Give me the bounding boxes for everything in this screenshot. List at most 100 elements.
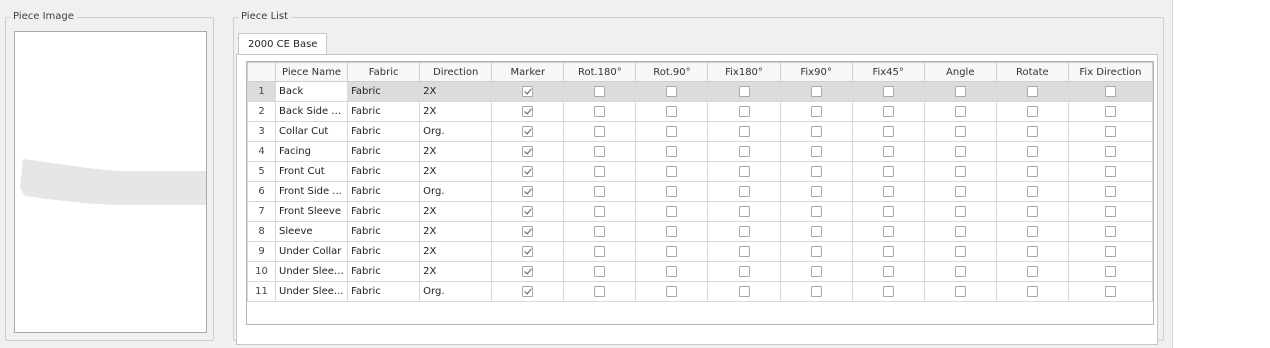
angle-checkbox[interactable] <box>954 145 966 157</box>
marker-checkbox[interactable] <box>522 285 534 297</box>
piece-name-cell[interactable]: Front Cut <box>275 161 349 182</box>
fabric-cell[interactable]: Fabric <box>347 241 421 262</box>
fix-direction-checkbox[interactable] <box>1104 285 1116 297</box>
fix90-checkbox[interactable] <box>810 85 822 97</box>
fix180-checkbox[interactable] <box>738 285 750 297</box>
piece-name-cell[interactable]: Facing <box>275 141 349 162</box>
fix180-checkbox[interactable] <box>738 205 750 217</box>
rot90-checkbox[interactable] <box>666 265 678 277</box>
column-header-rownum[interactable] <box>246 62 277 82</box>
fabric-cell[interactable]: Fabric <box>347 81 421 102</box>
table-row[interactable]: 3 Collar Cut Fabric Org. <box>246 121 1154 142</box>
marker-checkbox[interactable] <box>522 225 534 237</box>
angle-checkbox[interactable] <box>954 285 966 297</box>
table-row[interactable]: 10 Under Sleeve Fabric 2X <box>246 261 1154 282</box>
fix45-checkbox[interactable] <box>882 245 894 257</box>
row-number[interactable]: 8 <box>246 221 277 242</box>
rot180-checkbox[interactable] <box>594 245 606 257</box>
rotate-checkbox[interactable] <box>1026 145 1038 157</box>
piece-name-cell[interactable]: Sleeve <box>275 221 349 242</box>
column-header-rot180[interactable]: Rot.180° <box>563 62 637 82</box>
row-number[interactable]: 4 <box>246 141 277 162</box>
column-header-fix180[interactable]: Fix180° <box>707 62 781 82</box>
table-row[interactable]: 5 Front Cut Fabric 2X <box>246 161 1154 182</box>
table-row[interactable]: 4 Facing Fabric 2X <box>246 141 1154 162</box>
fix180-checkbox[interactable] <box>738 125 750 137</box>
fix180-checkbox[interactable] <box>738 105 750 117</box>
fix-direction-checkbox[interactable] <box>1104 205 1116 217</box>
direction-cell[interactable]: 2X <box>419 241 493 262</box>
fix-direction-checkbox[interactable] <box>1104 125 1116 137</box>
fix180-checkbox[interactable] <box>738 85 750 97</box>
direction-cell[interactable]: 2X <box>419 141 493 162</box>
fix45-checkbox[interactable] <box>882 165 894 177</box>
column-header-angle[interactable]: Angle <box>923 62 997 82</box>
fix45-checkbox[interactable] <box>882 125 894 137</box>
rot90-checkbox[interactable] <box>666 145 678 157</box>
fix45-checkbox[interactable] <box>882 285 894 297</box>
angle-checkbox[interactable] <box>954 105 966 117</box>
piece-name-cell[interactable]: Back Side C... <box>275 101 349 122</box>
marker-checkbox[interactable] <box>522 145 534 157</box>
fabric-cell[interactable]: Fabric <box>347 281 421 302</box>
rotate-checkbox[interactable] <box>1026 225 1038 237</box>
fabric-cell[interactable]: Fabric <box>347 141 421 162</box>
rot90-checkbox[interactable] <box>666 205 678 217</box>
marker-checkbox[interactable] <box>522 125 534 137</box>
row-number[interactable]: 5 <box>246 161 277 182</box>
fix-direction-checkbox[interactable] <box>1104 145 1116 157</box>
piece-name-cell[interactable]: Collar Cut <box>275 121 349 142</box>
direction-cell[interactable]: 2X <box>419 201 493 222</box>
row-number[interactable]: 6 <box>246 181 277 202</box>
fix180-checkbox[interactable] <box>738 265 750 277</box>
rot90-checkbox[interactable] <box>666 185 678 197</box>
fix45-checkbox[interactable] <box>882 145 894 157</box>
angle-checkbox[interactable] <box>954 265 966 277</box>
marker-checkbox[interactable] <box>522 205 534 217</box>
fabric-cell[interactable]: Fabric <box>347 181 421 202</box>
angle-checkbox[interactable] <box>954 85 966 97</box>
fix180-checkbox[interactable] <box>738 225 750 237</box>
row-number[interactable]: 3 <box>246 121 277 142</box>
rot180-checkbox[interactable] <box>594 225 606 237</box>
fix90-checkbox[interactable] <box>810 125 822 137</box>
angle-checkbox[interactable] <box>954 185 966 197</box>
marker-checkbox[interactable] <box>522 105 534 117</box>
table-row[interactable]: 11 Under Slee... Fabric Org. <box>246 281 1154 302</box>
piece-name-cell[interactable]: Under Slee... <box>275 281 349 302</box>
rot90-checkbox[interactable] <box>666 225 678 237</box>
column-header-rotate[interactable]: Rotate <box>995 62 1069 82</box>
column-header-fix-direction[interactable]: Fix Direction <box>1067 62 1154 82</box>
row-number[interactable]: 9 <box>246 241 277 262</box>
piece-name-cell[interactable]: Front Sleeve <box>275 201 349 222</box>
fix45-checkbox[interactable] <box>882 105 894 117</box>
fix45-checkbox[interactable] <box>882 265 894 277</box>
rot90-checkbox[interactable] <box>666 85 678 97</box>
direction-cell[interactable]: Org. <box>419 181 493 202</box>
direction-cell[interactable]: Org. <box>419 281 493 302</box>
direction-cell[interactable]: Org. <box>419 121 493 142</box>
fix45-checkbox[interactable] <box>882 185 894 197</box>
column-header-fabric[interactable]: Fabric <box>347 62 421 82</box>
angle-checkbox[interactable] <box>954 245 966 257</box>
fabric-cell[interactable]: Fabric <box>347 221 421 242</box>
marker-checkbox[interactable] <box>522 265 534 277</box>
marker-checkbox[interactable] <box>522 185 534 197</box>
column-header-fix45[interactable]: Fix45° <box>851 62 925 82</box>
marker-checkbox[interactable] <box>522 85 534 97</box>
rotate-checkbox[interactable] <box>1026 185 1038 197</box>
fix-direction-checkbox[interactable] <box>1104 265 1116 277</box>
rot180-checkbox[interactable] <box>594 205 606 217</box>
fix180-checkbox[interactable] <box>738 145 750 157</box>
fix-direction-checkbox[interactable] <box>1104 165 1116 177</box>
fix180-checkbox[interactable] <box>738 185 750 197</box>
direction-cell[interactable]: 2X <box>419 161 493 182</box>
piece-name-cell[interactable]: Back <box>275 81 349 102</box>
rotate-checkbox[interactable] <box>1026 205 1038 217</box>
piece-name-cell[interactable]: Front Side ... <box>275 181 349 202</box>
rot180-checkbox[interactable] <box>594 265 606 277</box>
fabric-cell[interactable]: Fabric <box>347 101 421 122</box>
row-number[interactable]: 11 <box>246 281 277 302</box>
fix-direction-checkbox[interactable] <box>1104 105 1116 117</box>
fix90-checkbox[interactable] <box>810 145 822 157</box>
